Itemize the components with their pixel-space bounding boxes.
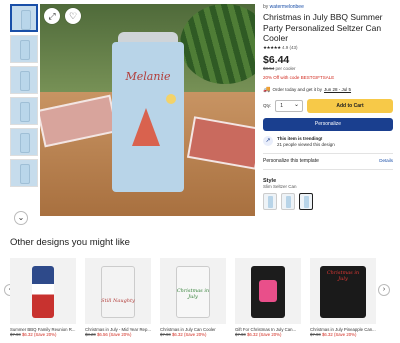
style-option-2[interactable]	[281, 192, 295, 210]
thumbnail-3[interactable]	[10, 66, 38, 94]
truck-icon: 🚚	[263, 86, 271, 93]
chevron-right-icon[interactable]: ›	[378, 284, 390, 296]
product-card-image	[10, 258, 76, 324]
rating[interactable]: ★★★★★ 4.9 (43)	[263, 45, 393, 51]
thumbnail-5[interactable]	[10, 128, 38, 156]
style-option-1[interactable]	[263, 192, 277, 210]
product-title: Christmas in July BBQ Summer Party Perso…	[263, 12, 383, 43]
hero-actions: ⤢ ♡	[44, 8, 81, 24]
other-designs-heading: Other designs you might like	[10, 237, 130, 248]
watermelon-tree-graphic	[132, 108, 160, 146]
product-card-image: Christmas in July	[160, 258, 226, 324]
price: $6.44	[263, 53, 290, 66]
details-link[interactable]: Details	[379, 158, 393, 163]
promo-text: 20% Off with code BESTGIFTSALE	[263, 74, 335, 80]
style-options	[263, 192, 393, 210]
chevron-down-icon[interactable]: ⌄	[14, 211, 28, 225]
product-card-image: Still Naughty	[85, 258, 151, 324]
thumbnail-2[interactable]	[10, 35, 38, 63]
thumbnail-4[interactable]	[10, 97, 38, 125]
qty-label: Qty:	[263, 103, 272, 108]
zoom-icon[interactable]: ⤢	[44, 8, 60, 24]
style-value: Slim Seltzer Can	[263, 183, 297, 189]
star-rating-icon: ★★★★★	[263, 44, 281, 50]
thumbnail-6[interactable]	[10, 159, 38, 187]
product-card-image	[235, 258, 301, 324]
trending-notice: ↗ This item is trending! 21 people viewe…	[263, 135, 393, 148]
add-to-cart-button[interactable]: Add to Cart	[307, 98, 393, 113]
personalized-name: Melanie	[125, 70, 171, 83]
old-price: $8.54 per cooler	[263, 65, 296, 71]
thumbnail-strip	[10, 4, 38, 190]
product-hero-image[interactable]: Melanie	[40, 4, 255, 216]
product-card-image: Christmas in July	[310, 258, 376, 324]
thumbnail-1[interactable]	[10, 4, 38, 32]
heart-icon[interactable]: ♡	[65, 8, 81, 24]
seller-link[interactable]: watermelonbee	[270, 4, 304, 10]
product-card[interactable]: Summer BBQ Family Reunion R... $7.90 $6.…	[10, 258, 76, 337]
delivery-estimate: 🚚 Order today and get it by Jun 28 - Jul…	[263, 86, 352, 93]
seller-line: by watermelonbee	[263, 4, 304, 10]
style-option-selected[interactable]	[299, 192, 313, 210]
product-card[interactable]: Christmas in July Christmas in July Can …	[160, 258, 226, 337]
personalize-button[interactable]: Personalize	[263, 117, 393, 131]
product-card[interactable]: Christmas in July Christmas in July Pine…	[310, 258, 376, 337]
trending-icon: ↗	[263, 135, 273, 146]
product-card[interactable]: Still Naughty Christmas in July - Mid Ye…	[85, 258, 151, 337]
product-info: by watermelonbee Christmas in July BBQ S…	[263, 4, 393, 210]
quantity-row: Qty: 1 Add to Cart	[263, 98, 393, 113]
personalize-template-row[interactable]: Personalize this template Details	[263, 158, 393, 164]
product-card[interactable]: Gift For Christmas In July Can... $7.90 …	[235, 258, 301, 337]
delivery-dates-link[interactable]: Jun 28 - Jul 5	[324, 87, 351, 92]
quantity-select[interactable]: 1	[275, 99, 304, 112]
